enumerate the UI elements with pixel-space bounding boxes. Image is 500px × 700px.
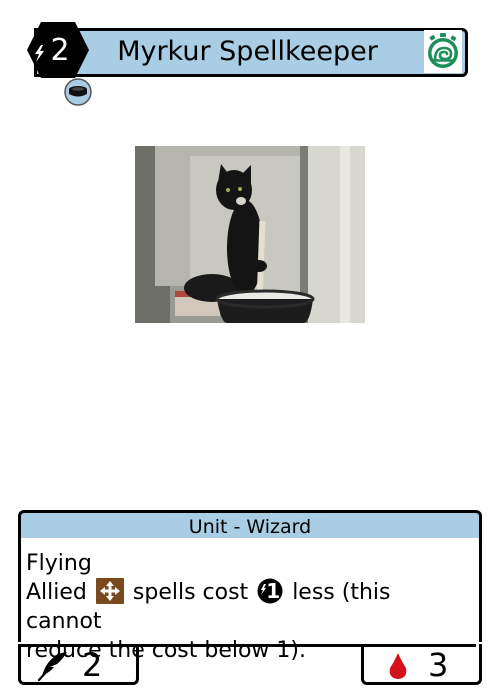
rules-line-2-mid: spells cost: [132, 580, 249, 605]
rules-line-2-pre: Allied: [26, 580, 87, 605]
rules-line-2: Allied spells cost 1 less (this cannot: [26, 578, 472, 636]
cost-value: 2: [50, 32, 70, 68]
move-arrows-icon: [95, 578, 124, 604]
blood-drop-icon: [389, 653, 407, 679]
snail-stopwatch-icon: [428, 33, 458, 68]
cost-reduction-badge: 1: [257, 578, 283, 604]
card-art: [135, 146, 365, 323]
rules-line-1: Flying: [26, 551, 92, 576]
set-disc-icon: [64, 78, 92, 106]
quill-icon: [37, 652, 67, 682]
card-name: Myrkur Spellkeeper: [117, 35, 378, 67]
cost-reduction-value: 1: [266, 579, 281, 603]
power-value: 2: [82, 646, 103, 684]
health-value: 3: [428, 646, 449, 684]
health-box: [361, 644, 482, 685]
